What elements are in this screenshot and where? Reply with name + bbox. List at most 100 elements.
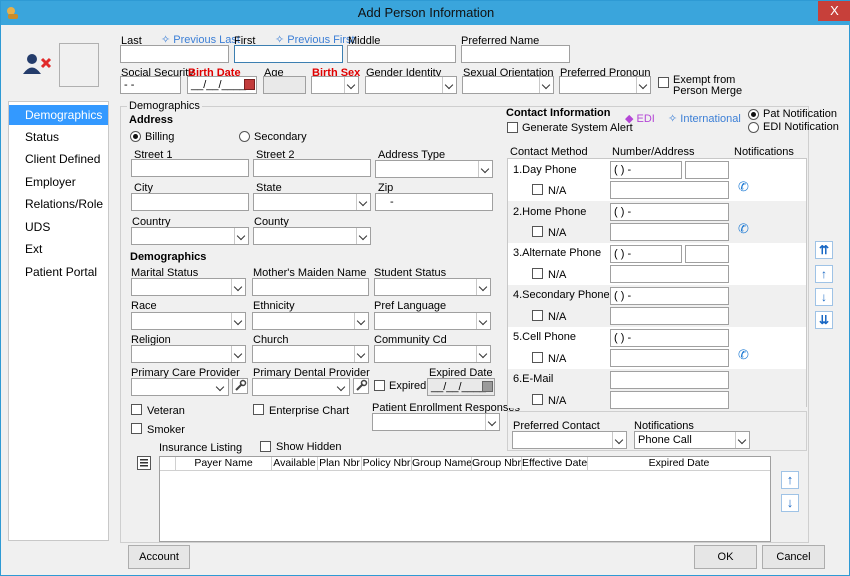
birth-sex-select[interactable] [311, 76, 359, 94]
email-na-checkbox[interactable] [532, 394, 543, 405]
dental-provider-search-icon[interactable] [353, 378, 369, 394]
street2-input[interactable] [253, 159, 371, 177]
ssn-input[interactable]: - - [120, 76, 181, 94]
email-input[interactable] [610, 371, 729, 389]
sexual-orientation-select[interactable] [462, 76, 554, 94]
enterprise-chart-checkbox[interactable] [253, 404, 264, 415]
cell-phone-input[interactable]: ( ) - [610, 329, 729, 347]
billing-radio[interactable] [130, 131, 141, 142]
column-header-policy-nbr[interactable]: Policy Nbr [362, 457, 412, 471]
provider-search-icon[interactable] [232, 378, 248, 394]
race-select[interactable] [131, 312, 246, 330]
day-phone-ext-input[interactable] [685, 161, 729, 179]
religion-select[interactable] [131, 345, 246, 363]
maiden-name-input[interactable] [252, 278, 369, 296]
home-phone-na-checkbox[interactable] [532, 226, 543, 237]
last-name-input[interactable] [120, 45, 229, 63]
insurance-detail-icon[interactable] [137, 456, 151, 470]
first-name-input[interactable] [234, 45, 343, 63]
international-link[interactable]: ✧ International [668, 112, 741, 125]
edi-notification-radio[interactable] [748, 122, 759, 133]
phone-icon[interactable]: ✆ [738, 347, 749, 363]
alternate-phone-note-input[interactable] [610, 265, 729, 283]
sidebar-item-status[interactable]: Status [9, 127, 108, 147]
email-note-input[interactable] [610, 391, 729, 409]
home-phone-note-input[interactable] [610, 223, 729, 241]
primary-care-provider-select[interactable] [131, 378, 229, 396]
community-cd-select[interactable] [374, 345, 491, 363]
pat-notification-radio[interactable] [748, 109, 759, 120]
day-phone-input[interactable]: ( ) - [610, 161, 682, 179]
pref-language-select[interactable] [374, 312, 491, 330]
zip-input[interactable]: - [375, 193, 493, 211]
expired-calendar-icon[interactable] [482, 381, 493, 392]
sidebar-item-patient-portal[interactable]: Patient Portal [9, 262, 108, 282]
phone-icon[interactable]: ✆ [738, 221, 749, 237]
city-input[interactable] [131, 193, 249, 211]
preferred-contact-select[interactable] [512, 431, 627, 449]
smoker-checkbox[interactable] [131, 423, 142, 434]
insurance-grid[interactable]: Payer Name Available Plan Nbr Policy Nbr… [159, 456, 771, 542]
account-button[interactable]: Account [128, 545, 190, 569]
enrollment-responses-select[interactable] [372, 413, 500, 431]
column-header-group-nbr[interactable]: Group Nbr [472, 457, 522, 471]
sidebar-item-relations-role[interactable]: Relations/Role [9, 194, 108, 214]
street1-input[interactable] [131, 159, 249, 177]
sidebar-item-demographics[interactable]: Demographics [9, 105, 108, 125]
middle-name-input[interactable] [347, 45, 456, 63]
ok-button[interactable]: OK [694, 545, 757, 569]
country-select[interactable] [131, 227, 249, 245]
county-select[interactable] [253, 227, 371, 245]
column-header-payer-name[interactable]: Payer Name [176, 457, 272, 471]
exempt-merge-checkbox[interactable] [658, 77, 669, 88]
cell-phone-na-checkbox[interactable] [532, 352, 543, 363]
move-up-button[interactable]: ↑ [815, 265, 833, 283]
state-select[interactable] [253, 193, 371, 211]
column-header-available[interactable]: Available [272, 457, 318, 471]
veteran-checkbox[interactable] [131, 404, 142, 415]
column-header-effective-date[interactable]: Effective Date [522, 457, 588, 471]
person-remove-icon[interactable] [23, 53, 53, 75]
ethnicity-select[interactable] [252, 312, 369, 330]
preferred-name-input[interactable] [461, 45, 570, 63]
insurance-move-down-button[interactable]: ↓ [781, 494, 799, 512]
column-header-plan-nbr[interactable]: Plan Nbr [318, 457, 362, 471]
cell-phone-note-input[interactable] [610, 349, 729, 367]
move-bottom-button[interactable]: ⇊ [815, 311, 833, 329]
move-top-button[interactable]: ⇈ [815, 241, 833, 259]
sidebar-item-uds[interactable]: UDS [9, 217, 108, 237]
gender-identity-select[interactable] [365, 76, 457, 94]
notifications-select[interactable]: Phone Call [634, 431, 750, 449]
home-phone-input[interactable]: ( ) - [610, 203, 729, 221]
move-down-button[interactable]: ↓ [815, 288, 833, 306]
secondary-phone-input[interactable]: ( ) - [610, 287, 729, 305]
generate-alert-checkbox[interactable] [507, 122, 518, 133]
cancel-button[interactable]: Cancel [762, 545, 825, 569]
marital-status-select[interactable] [131, 278, 246, 296]
day-phone-note-input[interactable] [610, 181, 729, 199]
show-hidden-checkbox[interactable] [260, 441, 271, 452]
preferred-pronoun-select[interactable] [559, 76, 651, 94]
day-phone-na-checkbox[interactable] [532, 184, 543, 195]
insurance-move-up-button[interactable]: ↑ [781, 471, 799, 489]
address-type-select[interactable] [375, 160, 493, 178]
church-select[interactable] [252, 345, 369, 363]
secondary-phone-note-input[interactable] [610, 307, 729, 325]
alternate-phone-na-checkbox[interactable] [532, 268, 543, 279]
primary-dental-provider-select[interactable] [252, 378, 350, 396]
close-button[interactable]: X [818, 1, 850, 21]
phone-icon[interactable]: ✆ [738, 179, 749, 195]
secondary-phone-na-checkbox[interactable] [532, 310, 543, 321]
sidebar-item-ext[interactable]: Ext [9, 239, 108, 259]
student-status-select[interactable] [374, 278, 491, 296]
secondary-radio[interactable] [239, 131, 250, 142]
sidebar-item-client-defined[interactable]: Client Defined [9, 149, 108, 169]
calendar-icon[interactable] [244, 79, 255, 90]
expired-checkbox[interactable] [374, 380, 385, 391]
alternate-phone-ext-input[interactable] [685, 245, 729, 263]
sidebar-item-employer[interactable]: Employer [9, 172, 108, 192]
photo-box[interactable] [59, 43, 99, 87]
alternate-phone-input[interactable]: ( ) - [610, 245, 682, 263]
column-header-expired-date[interactable]: Expired Date [588, 457, 770, 471]
column-header-group-name[interactable]: Group Name [412, 457, 472, 471]
